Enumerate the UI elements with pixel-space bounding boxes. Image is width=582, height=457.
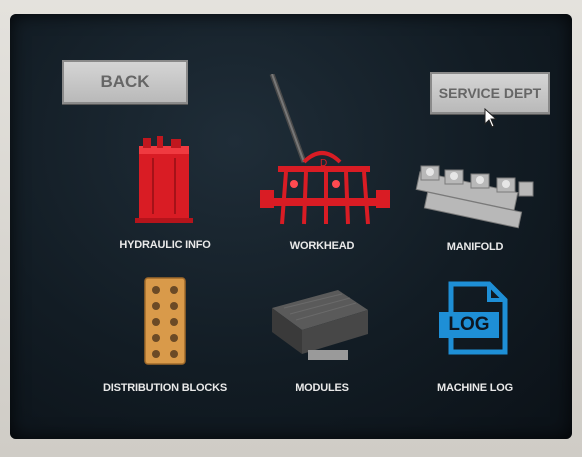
workhead-icon: D bbox=[260, 74, 390, 225]
hydraulic-tank-icon bbox=[135, 136, 193, 223]
manifold-icon bbox=[415, 165, 534, 229]
tile-distribution-blocks[interactable]: DISTRIBUTION BLOCKS bbox=[85, 276, 245, 396]
log-badge-text: LOG bbox=[448, 314, 490, 335]
tile-modules[interactable]: MODULES bbox=[242, 286, 402, 396]
mouse-pointer-icon bbox=[484, 108, 498, 128]
hmi-screen: BACK SERVICE DEPT HYDRAULIC INFO D WORKH… bbox=[10, 14, 572, 439]
tile-manifold[interactable]: MANIFOLD bbox=[395, 152, 555, 264]
back-button[interactable]: BACK bbox=[62, 60, 188, 104]
distribution-block-icon bbox=[144, 277, 186, 365]
module-icon bbox=[272, 290, 368, 360]
tile-workhead[interactable]: D WORKHEAD bbox=[242, 74, 402, 264]
tile-machine-log[interactable]: LOG MACHINE LOG bbox=[395, 280, 555, 396]
tile-label: MANIFOLD bbox=[446, 241, 504, 253]
svg-text:D: D bbox=[320, 158, 327, 169]
tile-label: MACHINE LOG bbox=[436, 382, 514, 394]
tile-hydraulic-info[interactable]: HYDRAULIC INFO bbox=[85, 134, 245, 264]
